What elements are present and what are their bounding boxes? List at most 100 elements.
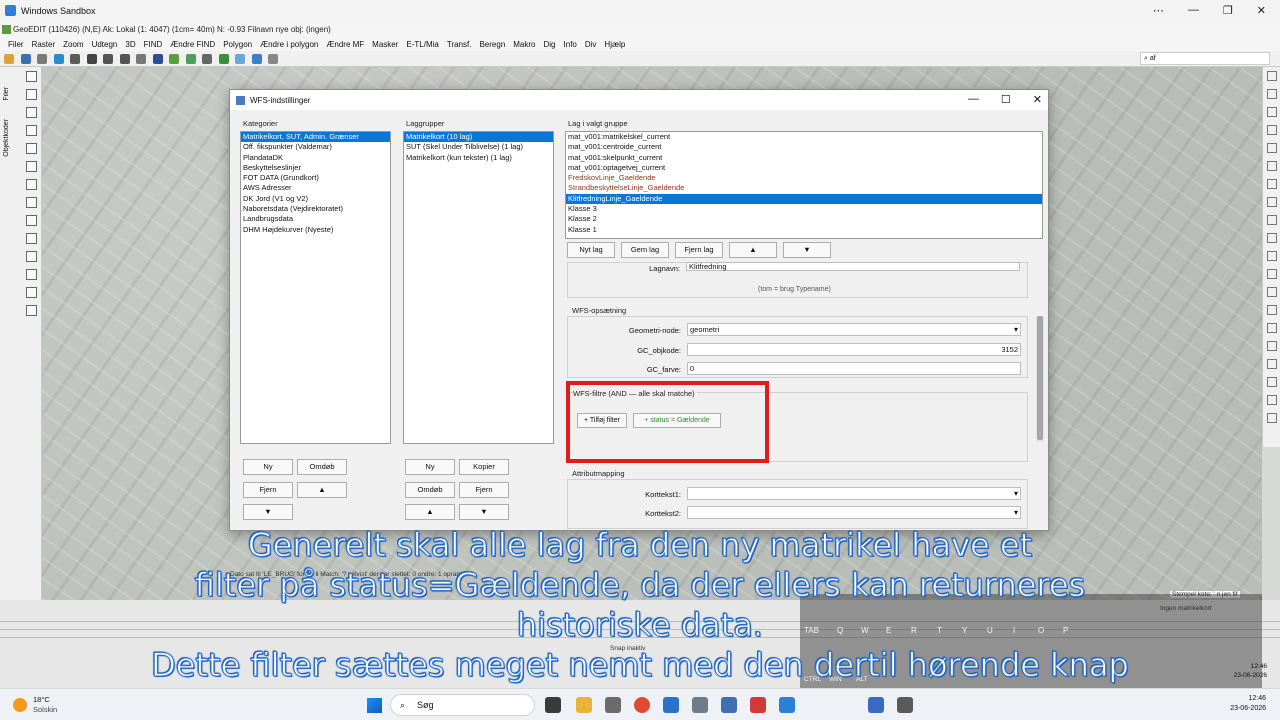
tab-objektkoder[interactable]: Objektkoder	[3, 119, 10, 157]
menu-zoom[interactable]: Zoom	[59, 40, 87, 49]
menu-polygon[interactable]: Polygon	[219, 40, 256, 49]
list-item[interactable]: mat_v001:centroide_current	[566, 142, 1042, 152]
tool-icon-11[interactable]	[26, 251, 37, 262]
kategori-down-button[interactable]: ▼	[243, 504, 293, 520]
tool-icon-4[interactable]	[26, 125, 37, 136]
right-tool-icon-18[interactable]	[1267, 377, 1277, 387]
snap-icon[interactable]	[169, 54, 180, 64]
list-item[interactable]: FredskovLinje_Gaeldende	[566, 173, 1042, 183]
menu-makro[interactable]: Makro	[509, 40, 539, 49]
weather-sun-icon[interactable]	[13, 698, 27, 712]
korttekst1-select[interactable]	[687, 487, 1021, 500]
tool-icon-3[interactable]	[26, 107, 37, 118]
gem-lag-button[interactable]: Gem lag	[621, 242, 669, 258]
list-item[interactable]: Off. fikspunkter (Valdemar)	[241, 142, 390, 152]
tool-icon-13[interactable]	[26, 287, 37, 298]
list-item[interactable]: mat_v001:matrikelskel_current	[566, 132, 1042, 142]
task-view-icon[interactable]	[545, 697, 561, 713]
app-icon[interactable]	[721, 697, 737, 713]
tool-icon-10[interactable]	[26, 233, 37, 244]
menu-dig[interactable]: Dig	[540, 40, 560, 49]
tool-icon-5[interactable]	[26, 143, 37, 154]
korttekst2-select[interactable]	[687, 506, 1021, 519]
right-tool-icon-15[interactable]	[1267, 323, 1277, 333]
right-tool-icon-2[interactable]	[1267, 89, 1277, 99]
right-tool-icon-6[interactable]	[1267, 161, 1277, 171]
taskbar-search-input[interactable]: ⌕ Søg	[390, 694, 535, 716]
menu-aendre-mf[interactable]: Ændre MF	[322, 40, 368, 49]
gear-icon[interactable]	[202, 54, 213, 64]
tool-icon-7[interactable]	[26, 179, 37, 190]
tab-filer[interactable]: Filer	[3, 87, 10, 101]
menu-filer[interactable]: Filer	[4, 40, 28, 49]
undo-icon[interactable]	[103, 54, 114, 64]
maximize-icon[interactable]: ❐	[1223, 4, 1233, 17]
system-clock[interactable]: 12:46 23-06-2026	[1230, 694, 1266, 714]
app-icon[interactable]	[692, 697, 708, 713]
zoom-icon[interactable]	[136, 54, 147, 64]
right-tool-icon-5[interactable]	[1267, 143, 1277, 153]
nyt-lag-button[interactable]: Nyt lag	[567, 242, 615, 258]
print-preview-icon[interactable]	[37, 54, 48, 64]
redo-icon[interactable]	[119, 54, 130, 64]
binoculars-icon[interactable]	[86, 54, 97, 64]
chrome-icon[interactable]	[634, 697, 650, 713]
kategori-ny-button[interactable]: Ny	[243, 459, 293, 475]
right-tool-icon-17[interactable]	[1267, 359, 1277, 369]
menu-div[interactable]: Div	[581, 40, 601, 49]
tool-icon-1[interactable]	[26, 71, 37, 82]
gc-objkode-field[interactable]: 3152	[687, 343, 1021, 356]
menu-beregn[interactable]: Beregn	[475, 40, 509, 49]
layers-icon[interactable]	[53, 54, 64, 64]
right-tool-icon-13[interactable]	[1267, 287, 1277, 297]
gruppe-up-button[interactable]: ▲	[405, 504, 455, 520]
file-explorer-icon[interactable]	[576, 697, 592, 713]
list-item[interactable]: mat_v001:skelpunkt_current	[566, 153, 1042, 163]
fjern-lag-button[interactable]: Fjern lag	[675, 242, 723, 258]
list-item[interactable]: Klasse 2	[566, 214, 1042, 224]
windows-start-icon[interactable]	[367, 698, 382, 713]
list-item[interactable]: Landbrugsdata	[241, 214, 390, 224]
tool-icon-9[interactable]	[26, 215, 37, 226]
lag-down-button[interactable]: ▼	[783, 242, 831, 258]
kategori-fjern-button[interactable]: Fjern	[243, 482, 293, 498]
menu-etl-mia[interactable]: E-TL/Mia	[402, 40, 442, 49]
menu-aendre-find[interactable]: Ændre FIND	[166, 40, 219, 49]
kategori-up-button[interactable]: ▲	[297, 482, 347, 498]
open-icon[interactable]	[4, 54, 14, 64]
menu-masker[interactable]: Masker	[368, 40, 402, 49]
list-item[interactable]: FOT DATA (Grundkort)	[241, 173, 390, 183]
more-icon[interactable]: ⋯	[1153, 4, 1164, 17]
dialog-minimize-icon[interactable]: —	[968, 93, 979, 106]
right-tool-icon-11[interactable]	[1267, 251, 1277, 261]
list-item[interactable]: Klasse 1	[566, 225, 1042, 235]
search-input[interactable]: ⌕ af	[1140, 52, 1270, 65]
right-tool-icon-8[interactable]	[1267, 197, 1277, 207]
right-tool-icon-7[interactable]	[1267, 179, 1277, 189]
menu-transf[interactable]: Transf.	[443, 40, 476, 49]
list-item[interactable]: Beskyttelseslinjer	[241, 163, 390, 173]
list-item[interactable]: KlitfredningLinje_Gaeldende	[566, 193, 1042, 205]
app-icon[interactable]	[605, 697, 621, 713]
right-tool-icon-9[interactable]	[1267, 215, 1277, 225]
tool-icon-2[interactable]	[26, 89, 37, 100]
list-item[interactable]: Matrikelkort (kun tekster) (1 lag)	[404, 153, 553, 163]
right-tool-icon-20[interactable]	[1267, 413, 1277, 423]
menu-udtegn[interactable]: Udtegn	[88, 40, 122, 49]
dialog-close-icon[interactable]: ✕	[1033, 93, 1042, 106]
close-icon[interactable]: ✕	[1257, 4, 1266, 17]
gruppe-fjern-button[interactable]: Fjern	[459, 482, 509, 498]
list-item[interactable]: Klasse 3	[566, 204, 1042, 214]
menu-aendre-i-polygon[interactable]: Ændre i polygon	[256, 40, 322, 49]
save-icon[interactable]	[20, 54, 31, 64]
menu-3d[interactable]: 3D	[121, 40, 139, 49]
list-item[interactable]: Matrikelkort (10 lag)	[404, 132, 553, 143]
list-item[interactable]: AWS Adresser	[241, 183, 390, 193]
geometri-select[interactable]: geometri	[687, 323, 1021, 336]
list-item[interactable]: DK Jord (V1 og V2)	[241, 194, 390, 204]
menu-hjaelp[interactable]: Hjælp	[600, 40, 629, 49]
outlook-icon[interactable]	[663, 697, 679, 713]
tool-icon-6[interactable]	[26, 161, 37, 172]
wfs-icon[interactable]	[268, 54, 279, 64]
print-icon[interactable]	[70, 54, 81, 64]
